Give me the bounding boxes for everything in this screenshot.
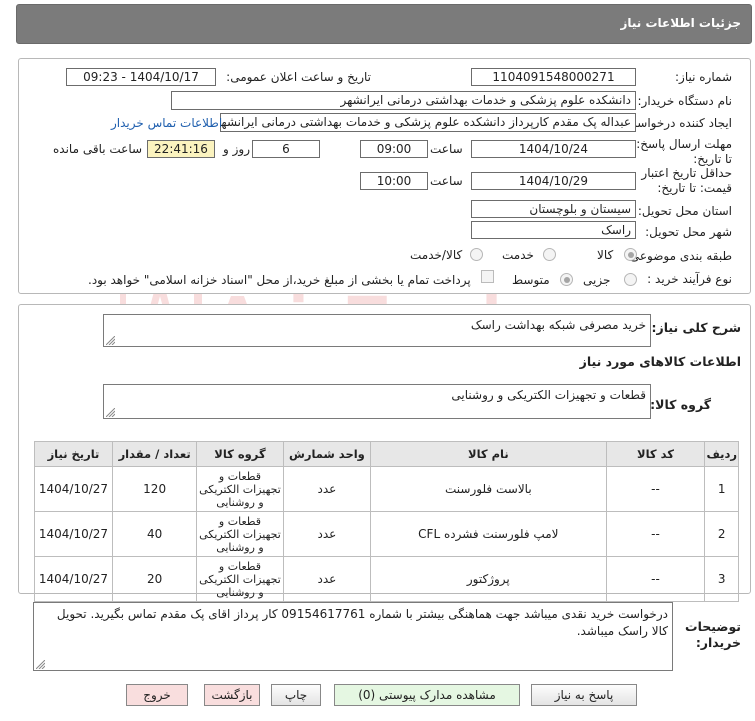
requester-field: عبداله پک مقدم کارپرداز دانشکده علوم پزش… — [220, 113, 636, 132]
need-number-field: 1104091548000271 — [471, 68, 636, 86]
price-validity-label: حداقل تاریخ اعتبار قیمت: تا تاریخ: — [641, 166, 732, 195]
buyer-notes-text: درخواست خرید نقدی میباشد جهت هماهنگی بیش… — [56, 607, 668, 638]
payment-treasury-note: پرداخت تمام یا بخشی از مبلغ خرید،از محل … — [88, 273, 471, 287]
category-service-radio[interactable] — [543, 248, 556, 261]
item-need-date: 1404/10/27 — [34, 556, 113, 602]
summary-text: خرید مصرفی شبکه بهداشت راسک — [470, 318, 646, 332]
days-label: روز و — [223, 142, 250, 156]
row-index: 3 — [704, 556, 739, 602]
category-service-label: خدمت — [502, 248, 534, 262]
category-goods-label: کالا — [597, 248, 614, 262]
goods-group-textarea[interactable]: قطعات و تجهیزات الکتریکی و روشنایی — [103, 384, 651, 419]
city-field: راسک — [471, 221, 636, 239]
buyer-contact-link[interactable]: اطلاعات تماس خریدار — [111, 116, 222, 130]
title-bar: جزئیات اطلاعات نیاز — [16, 4, 752, 44]
summary-label: شرح کلی نیاز: — [651, 320, 741, 335]
item-unit: عدد — [282, 511, 372, 557]
row-index: 1 — [704, 466, 739, 512]
reply-date-field: 1404/10/24 — [471, 140, 636, 158]
category-goods-radio[interactable] — [624, 248, 637, 261]
item-unit: عدد — [282, 466, 372, 512]
buyer-org-field: دانشکده علوم پزشکی و خدمات بهداشتی درمان… — [171, 91, 636, 110]
buyer-notes-textarea[interactable]: درخواست خرید نقدی میباشد جهت هماهنگی بیش… — [33, 602, 673, 671]
col-unit-header: واحد شمارش — [282, 441, 372, 467]
item-group: قطعات و تجهیزات الکتریکی و روشنایی — [196, 511, 284, 557]
item-group: قطعات و تجهیزات الکتریکی و روشنایی — [196, 466, 284, 512]
need-number-label: شماره نیاز: — [675, 70, 732, 84]
province-label: استان محل تحویل: — [637, 204, 732, 218]
item-quantity: 20 — [111, 556, 198, 602]
process-type-label: نوع فرآیند خرید : — [647, 272, 732, 286]
item-name: بالاست فلورسنت — [370, 466, 607, 512]
view-attachments-button[interactable]: مشاهده مدارک پیوستی (0) — [334, 684, 520, 706]
page-title: جزئیات اطلاعات نیاز — [620, 16, 741, 30]
item-quantity: 40 — [111, 511, 198, 557]
validity-date-field: 1404/10/29 — [471, 172, 636, 190]
col-qty-header: تعداد / مقدار — [111, 441, 198, 467]
item-code: -- — [605, 466, 706, 512]
validity-time-label: ساعت — [430, 174, 463, 188]
goods-table: ردیف کد کالا نام کالا واحد شمارش گروه کا… — [34, 441, 739, 602]
item-name: لامپ فلورسنت فشرده CFL — [370, 511, 607, 557]
reply-to-need-button[interactable]: پاسخ به نیاز — [531, 684, 637, 706]
buyer-org-label: نام دستگاه خریدار: — [637, 94, 733, 108]
row-index: 2 — [704, 511, 739, 557]
remaining-time-field: 22:41:16 — [147, 140, 215, 158]
col-code-header: کد کالا — [605, 441, 706, 467]
goods-group-text: قطعات و تجهیزات الکتریکی و روشنایی — [451, 388, 646, 402]
process-medium-label: متوسط — [512, 273, 550, 287]
item-need-date: 1404/10/27 — [34, 511, 113, 557]
col-row-header: ردیف — [704, 441, 739, 467]
col-date-header: تاریخ نیاز — [34, 441, 113, 467]
table-row: 3 -- پروژکتور عدد قطعات و تجهیزات الکتری… — [34, 556, 739, 602]
category-goods-service-radio[interactable] — [470, 248, 483, 261]
summary-textarea[interactable]: خرید مصرفی شبکه بهداشت راسک — [103, 314, 651, 347]
process-partial-radio[interactable] — [624, 273, 637, 286]
goods-group-label: گروه کالا: — [650, 397, 711, 412]
province-field: سیستان و بلوچستان — [471, 200, 636, 218]
remaining-time-label: ساعت باقی مانده — [53, 142, 143, 156]
table-row: 2 -- لامپ فلورسنت فشرده CFL عدد قطعات و … — [34, 511, 739, 557]
item-name: پروژکتور — [370, 556, 607, 602]
item-code: -- — [605, 511, 706, 557]
back-button[interactable]: بازگشت — [204, 684, 260, 706]
reply-deadline-label: مهلت ارسال پاسخ: تا تاریخ: — [636, 137, 732, 166]
requester-label: ایجاد کننده درخواست: — [621, 116, 732, 130]
category-label: طبقه بندی موضوعی: — [625, 249, 732, 263]
payment-treasury-checkbox[interactable] — [481, 270, 494, 283]
item-need-date: 1404/10/27 — [34, 466, 113, 512]
item-quantity: 120 — [111, 466, 198, 512]
resize-handle-icon[interactable] — [106, 408, 115, 417]
category-goods-service-label: کالا/خدمت — [410, 248, 463, 262]
announce-date-field: 1404/10/17 - 09:23 — [66, 68, 216, 86]
item-code: -- — [605, 556, 706, 602]
goods-info-title: اطلاعات کالاهای مورد نیاز — [579, 354, 741, 369]
days-remaining-field: 6 — [252, 140, 320, 158]
process-medium-radio[interactable] — [560, 273, 573, 286]
col-name-header: نام کالا — [370, 441, 607, 467]
reply-time-field: 09:00 — [360, 140, 428, 158]
table-header-row: ردیف کد کالا نام کالا واحد شمارش گروه کا… — [34, 441, 739, 467]
buyer-notes-label: توضیحات خریدار: — [685, 619, 741, 650]
item-group: قطعات و تجهیزات الکتریکی و روشنایی — [196, 556, 284, 602]
print-button[interactable]: چاپ — [271, 684, 321, 706]
resize-handle-icon[interactable] — [36, 660, 45, 669]
announce-date-label: تاریخ و ساعت اعلان عمومی: — [226, 70, 371, 84]
item-unit: عدد — [282, 556, 372, 602]
city-label: شهر محل تحویل: — [645, 225, 732, 239]
resize-handle-icon[interactable] — [106, 336, 115, 345]
table-row: 1 -- بالاست فلورسنت عدد قطعات و تجهیزات … — [34, 466, 739, 512]
col-group-header: گروه کالا — [196, 441, 284, 467]
process-partial-label: جزیی — [583, 273, 611, 287]
goods-table-wrapper: ردیف کد کالا نام کالا واحد شمارش گروه کا… — [34, 441, 739, 602]
validity-time-field: 10:00 — [360, 172, 428, 190]
exit-button[interactable]: خروج — [126, 684, 188, 706]
reply-time-label: ساعت — [430, 142, 463, 156]
